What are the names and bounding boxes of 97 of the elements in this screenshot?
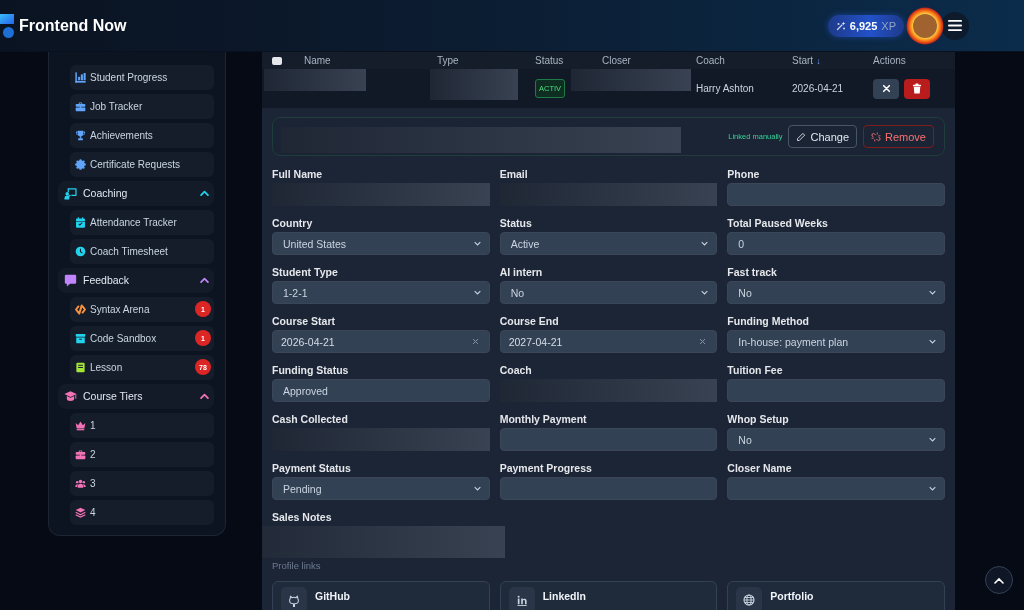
column-header[interactable]: Start ↓ (792, 55, 821, 66)
close-icon (881, 84, 891, 93)
chevron-down-icon (929, 486, 936, 491)
xp-counter[interactable]: 6,925 XP (827, 14, 904, 37)
field-label: Student Type (272, 265, 338, 279)
user-avatar[interactable] (906, 6, 944, 45)
field-label: Tuition Fee (727, 363, 783, 377)
sidebar-item[interactable]: Certificate Requests (70, 151, 214, 177)
sidebar-item[interactable]: 3 (70, 470, 214, 496)
select-field[interactable]: United States (272, 232, 490, 255)
sidebar-item[interactable]: 2 (70, 441, 214, 467)
menu-button[interactable] (941, 11, 969, 40)
field-label: Total Paused Weeks (727, 216, 828, 230)
delete-button[interactable] (904, 78, 930, 99)
column-header[interactable]: Actions (873, 55, 906, 66)
select-field[interactable]: No (727, 281, 945, 304)
sidebar-item[interactable]: Attendance Tracker (70, 209, 214, 235)
field-label: Fast track (727, 265, 777, 279)
pencil-icon (796, 131, 807, 142)
field-label: Funding Status (272, 363, 349, 377)
text-field[interactable] (727, 379, 945, 402)
field-label: Course Start (272, 314, 335, 328)
field-label: Phone (727, 167, 760, 181)
sidebar-group-header[interactable]: Coaching (58, 180, 214, 206)
text-field[interactable] (727, 183, 945, 206)
field-label: Sales Notes (272, 510, 332, 524)
select-field[interactable]: Active (499, 232, 718, 255)
field-label: Whop Setup (727, 412, 789, 426)
column-header[interactable]: Closer (602, 55, 631, 66)
change-button[interactable]: Change (788, 125, 858, 148)
sidebar-item[interactable]: Student Progress (70, 64, 214, 90)
profile-link-card[interactable]: LinkedIn (499, 581, 718, 610)
column-header[interactable]: Name (304, 55, 331, 66)
chevron-down-icon (929, 437, 936, 442)
column-header[interactable]: Status (535, 55, 564, 66)
magic-wand-icon (835, 20, 846, 31)
select-all-checkbox[interactable] (272, 56, 282, 65)
chevron-down-icon (929, 339, 936, 344)
select-field[interactable]: Pending (272, 477, 490, 500)
select-field[interactable]: No (727, 428, 945, 451)
sidebar-item[interactable]: Achievements (70, 122, 214, 148)
field-label: Course End (499, 314, 559, 328)
sidebar-group-header[interactable]: Feedback (58, 267, 214, 293)
text-field[interactable]: 0 (727, 232, 945, 255)
field-label: Country (272, 216, 313, 230)
section-label: Profile links (272, 559, 321, 573)
chevron-down-icon (473, 241, 481, 246)
remove-button[interactable]: Remove (863, 125, 934, 148)
field-label: Status (499, 216, 532, 230)
field-label: Coach (499, 363, 532, 377)
text-field[interactable]: Approved (272, 379, 490, 402)
select-field[interactable]: 1-2-1 (272, 281, 490, 304)
select-field[interactable] (727, 477, 945, 500)
broken-link-icon (871, 131, 882, 142)
logo-icon (0, 13, 14, 38)
profile-link-card[interactable]: GitHub (272, 581, 490, 610)
field-label: AI intern (499, 265, 543, 279)
brand-name: Frontend Now (19, 16, 127, 35)
globe-icon (736, 587, 763, 610)
select-field[interactable]: In-house: payment plan (727, 330, 945, 353)
chevron-down-icon (929, 290, 936, 295)
sidebar-item[interactable]: Job Tracker (70, 93, 214, 119)
trash-icon (912, 83, 922, 94)
linkedin-icon (508, 587, 535, 610)
sidebar-item[interactable]: Coach Timesheet (70, 238, 214, 264)
field-label: Monthly Payment (499, 412, 587, 426)
text-field[interactable] (499, 477, 718, 500)
profile-link-card[interactable]: Portfolio (727, 581, 945, 610)
field-label: Closer Name (727, 461, 792, 475)
sidebar-item[interactable]: 4 (70, 499, 214, 525)
github-icon (281, 587, 307, 610)
clear-icon (471, 338, 479, 345)
chevron-down-icon (473, 486, 481, 491)
sidebar-item[interactable]: 1 (70, 412, 214, 438)
date-field[interactable]: 2027-04-21 (499, 330, 718, 353)
column-header[interactable]: Type (437, 55, 459, 66)
chevron-down-icon (701, 241, 709, 246)
clear-icon (699, 338, 707, 345)
chevron-down-icon (701, 290, 709, 295)
column-header[interactable]: Coach (696, 55, 725, 66)
scroll-top-button[interactable] (985, 566, 1013, 594)
field-label: Cash Collected (272, 412, 348, 426)
date-field[interactable]: 2026-04-21 (272, 330, 490, 353)
text-field[interactable] (499, 428, 718, 451)
chevron-down-icon (473, 290, 481, 295)
sidebar-group-header[interactable]: Course Tiers (58, 383, 214, 409)
dismiss-button[interactable] (873, 78, 899, 99)
chevron-up-icon (994, 576, 1004, 584)
table-cell: Harry Ashton (696, 83, 754, 94)
select-field[interactable]: No (499, 281, 718, 304)
field-label: Email (499, 167, 528, 181)
table-cell: 2026-04-21 (792, 83, 844, 94)
field-label: Funding Method (727, 314, 809, 328)
menu-icon (948, 20, 962, 31)
field-label: Payment Progress (499, 461, 592, 475)
field-label: Payment Status (272, 461, 351, 475)
field-label: Full Name (272, 167, 323, 181)
